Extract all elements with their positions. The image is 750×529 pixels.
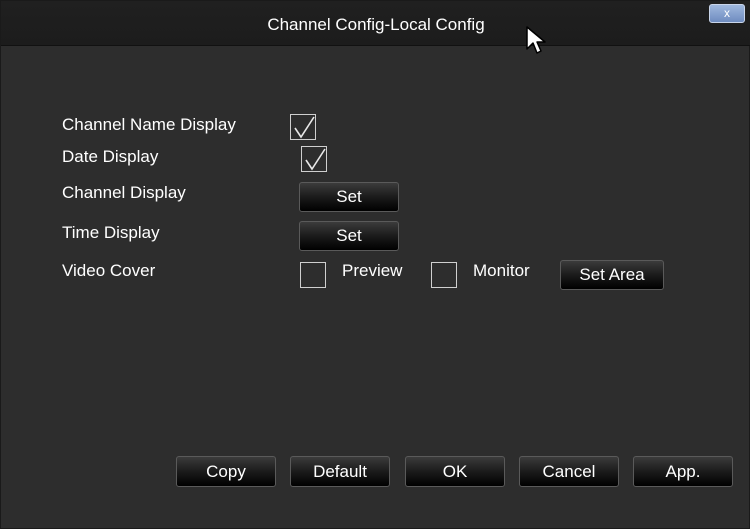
channel-name-display-label: Channel Name Display [62,115,236,134]
apply-button[interactable]: App. [633,456,733,487]
monitor-checkbox[interactable] [431,262,457,288]
time-display-label: Time Display [62,223,160,242]
time-display-set-button[interactable]: Set [299,221,399,251]
set-area-button[interactable]: Set Area [560,260,664,290]
mouse-cursor-icon [526,26,546,54]
channel-display-label: Channel Display [62,183,186,202]
title-bar[interactable]: Channel Config-Local Config x [1,1,750,46]
close-icon: x [724,6,730,20]
close-button[interactable]: x [709,4,745,23]
cancel-button[interactable]: Cancel [519,456,619,487]
checkmark-icon [294,116,315,139]
date-display-checkbox[interactable] [301,146,327,172]
channel-display-set-button[interactable]: Set [299,182,399,212]
monitor-label: Monitor [473,261,530,280]
date-display-label: Date Display [62,147,159,166]
checkmark-icon [305,148,326,171]
copy-button[interactable]: Copy [176,456,276,487]
default-button[interactable]: Default [290,456,390,487]
dialog-title: Channel Config-Local Config [267,15,485,34]
channel-config-dialog: Channel Config-Local Config x Channel Na… [0,0,750,529]
preview-label: Preview [342,261,403,280]
preview-checkbox[interactable] [300,262,326,288]
channel-name-display-checkbox[interactable] [290,114,316,140]
ok-button[interactable]: OK [405,456,505,487]
video-cover-label: Video Cover [62,261,156,280]
